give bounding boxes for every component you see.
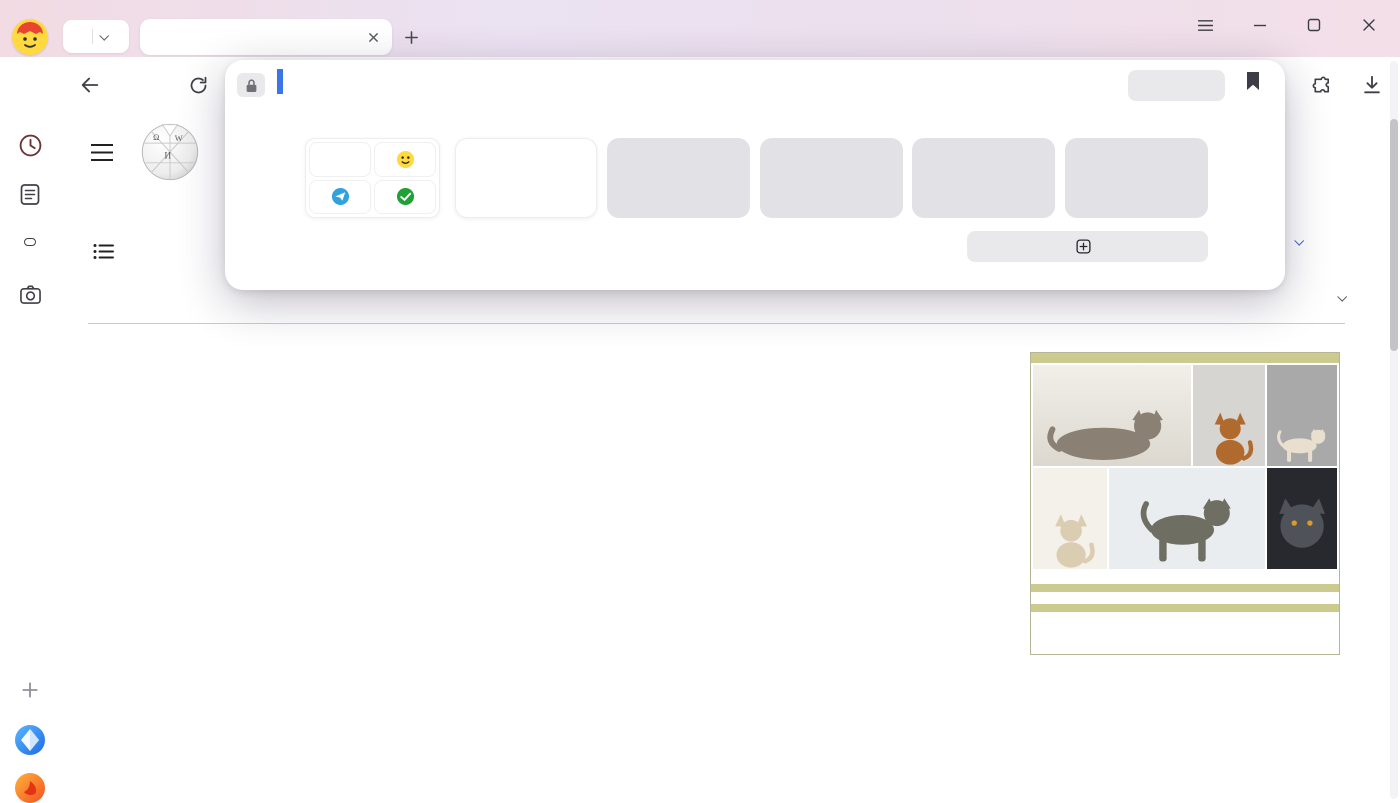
wikipedia-logo[interactable]: Ω W И [140, 122, 200, 182]
favorites-grid[interactable] [305, 138, 440, 218]
downloads-button[interactable] [1357, 70, 1387, 100]
copy-url-button[interactable] [1128, 70, 1225, 101]
tabs-panel-button[interactable] [0, 227, 60, 257]
green-check-icon [396, 187, 415, 206]
window-minimize-button[interactable] [1246, 13, 1274, 37]
tablo-empty-tile [760, 138, 903, 218]
screenshot-icon[interactable] [0, 279, 60, 309]
favorite-bank[interactable] [374, 180, 436, 215]
infobox-photo-grid [1031, 363, 1339, 571]
taxobox [1030, 352, 1340, 655]
infobox-row [1031, 612, 1339, 626]
wiki-menu-icon[interactable] [90, 143, 116, 165]
svg-text:Ω: Ω [153, 132, 159, 142]
minimize-icon [1253, 18, 1267, 32]
site-security-chip[interactable] [237, 73, 265, 97]
favorite-yandex[interactable] [309, 142, 371, 177]
page-tabs-row [90, 292, 1345, 302]
cat-photo-6[interactable] [1267, 468, 1337, 569]
extensions-icon[interactable] [1306, 70, 1336, 100]
avatar-face-icon [12, 19, 48, 55]
language-switcher[interactable] [1288, 238, 1302, 245]
section-heading-row [90, 447, 130, 465]
contents-icon[interactable] [93, 243, 115, 261]
yandex-service-icon[interactable] [0, 771, 60, 803]
refresh-button[interactable] [183, 70, 213, 100]
omnibox-dropdown [225, 60, 1285, 290]
svg-text:W: W [175, 133, 183, 143]
history-icon[interactable] [0, 129, 60, 161]
paper-plane-icon [331, 187, 350, 206]
cat-photo-4[interactable] [1033, 468, 1107, 569]
scrollbar-thumb[interactable] [1390, 119, 1398, 351]
feed-icon[interactable] [0, 179, 60, 209]
infobox-status-value [1031, 592, 1339, 604]
tablo-empty-tile [912, 138, 1055, 218]
infobox-classification-header [1031, 604, 1339, 612]
chevron-down-icon[interactable] [1337, 291, 1347, 301]
tablo-empty-tile [1065, 138, 1208, 218]
bookmark-icon[interactable] [1245, 71, 1261, 91]
chevron-down-icon [1294, 236, 1304, 246]
yandex-search-button[interactable] [130, 70, 160, 100]
infobox-status-header [1031, 584, 1339, 592]
menu-icon [1197, 19, 1214, 32]
url-input[interactable] [277, 72, 283, 92]
add-to-tablo-button[interactable] [967, 231, 1208, 262]
infobox-row [1031, 640, 1339, 654]
chevron-down-icon [99, 31, 109, 41]
sidebar-add-icon[interactable] [0, 675, 60, 705]
page-tabs-left [90, 292, 120, 302]
tab-counter-button[interactable] [63, 20, 129, 53]
add-square-icon [1076, 239, 1091, 254]
new-tab-button[interactable] [399, 25, 423, 49]
lock-icon [245, 78, 258, 93]
smiley-icon [396, 150, 415, 169]
browser-tab-active[interactable] [140, 19, 392, 55]
maximize-icon [1307, 18, 1321, 32]
infobox-row [1031, 626, 1339, 640]
url-selected-text [277, 69, 283, 94]
cat-photo-3[interactable] [1267, 365, 1337, 466]
edit-section-links [106, 447, 130, 465]
infobox-caption [1031, 571, 1339, 584]
cat-photo-5[interactable] [1109, 468, 1265, 569]
window-menu-button[interactable] [1191, 13, 1219, 37]
tablo-empty-tile [607, 138, 750, 218]
window-titlebar [0, 0, 1400, 57]
infobox-title [1031, 353, 1339, 363]
cat-photo-1[interactable] [1033, 365, 1191, 466]
browser-sidebar [0, 57, 60, 803]
favorite-smiley[interactable] [374, 142, 436, 177]
favorite-messenger[interactable] [309, 180, 371, 215]
yandex-browser-icon[interactable] [0, 723, 60, 757]
plus-icon [404, 30, 419, 45]
window-close-button[interactable] [1355, 13, 1383, 37]
divider [92, 29, 93, 44]
page-tabs-right [1223, 292, 1345, 302]
back-button[interactable] [75, 70, 105, 100]
close-icon [1362, 18, 1376, 32]
profile-avatar[interactable] [12, 19, 48, 55]
cat-photo-2[interactable] [1193, 365, 1265, 466]
window-maximize-button[interactable] [1300, 13, 1328, 37]
tablo-tile-current-site[interactable] [455, 138, 597, 218]
tabs-count-badge [24, 238, 36, 246]
divider [88, 323, 1345, 324]
tab-close-icon[interactable] [364, 28, 382, 46]
svg-text:И: И [164, 152, 171, 162]
